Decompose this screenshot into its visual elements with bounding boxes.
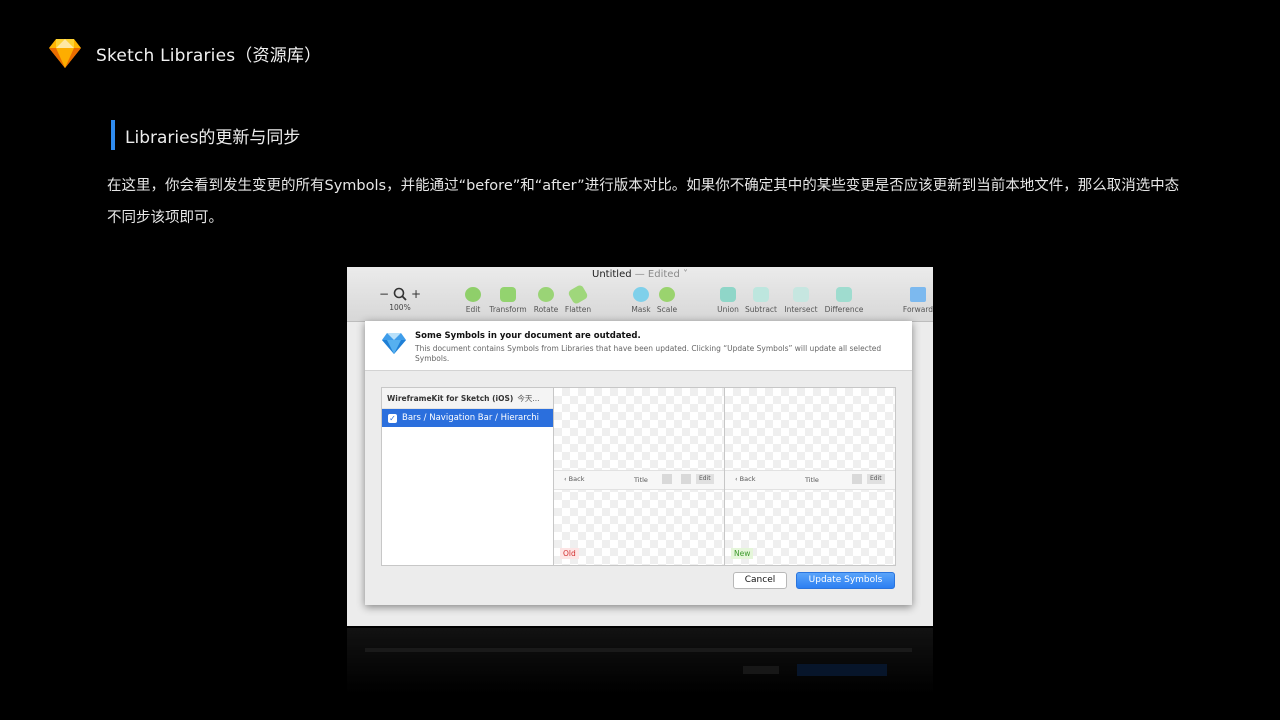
reflection-cancel-shape <box>743 666 779 674</box>
new-edit-label: Edit <box>867 474 885 484</box>
union-icon <box>720 287 736 302</box>
old-navbar-preview: ‹ Back Title Edit <box>554 470 724 490</box>
intersect-icon <box>793 287 809 302</box>
reflection-sheet-edge <box>365 648 912 652</box>
new-title-label: Title <box>805 476 819 484</box>
zoom-out-button[interactable]: − <box>379 287 389 301</box>
window-titlebar: Untitled — Edited ˅ − + 100% Edit Transf… <box>347 267 933 322</box>
library-date: 今天... <box>517 393 540 403</box>
symbol-checkbox[interactable]: ✓ <box>388 413 397 423</box>
old-back-label: ‹ Back <box>564 475 585 483</box>
old-nav-square <box>681 474 691 484</box>
old-nav-square <box>662 474 672 484</box>
old-tag: Old <box>560 548 579 559</box>
screenshot-reflection <box>347 628 933 708</box>
new-symbol-preview: ‹ Back Title Edit New <box>725 388 895 565</box>
section-title: Libraries的更新与同步 <box>125 127 301 148</box>
sketch-window-screenshot: Untitled — Edited ˅ − + 100% Edit Transf… <box>347 267 933 626</box>
toolbar-difference[interactable]: Difference <box>824 287 864 314</box>
symbols-compare-panel: WireframeKit for Sketch (iOS) 今天... ✓ Ba… <box>381 387 896 566</box>
toolbar-intersect[interactable]: Intersect <box>781 287 821 314</box>
sketch-logo-icon <box>49 39 81 68</box>
sketch-diamond-icon <box>382 333 406 354</box>
alert-message: This document contains Symbols from Libr… <box>415 344 882 363</box>
slide-header: Sketch Libraries（资源库） <box>48 36 321 70</box>
outdated-symbols-sheet: Some Symbols in your document are outdat… <box>365 321 912 605</box>
old-symbol-preview: ‹ Back Title Edit Old <box>554 388 725 565</box>
window-title: Untitled — Edited ˅ <box>347 269 933 280</box>
zoom-level: 100% <box>389 303 411 312</box>
reflection-update-shape <box>797 664 887 676</box>
library-header: WireframeKit for Sketch (iOS) 今天... <box>382 388 553 409</box>
alert-title: Some Symbols in your document are outdat… <box>415 331 641 341</box>
magnifier-icon <box>393 287 407 301</box>
zoom-control: − + 100% <box>377 287 423 312</box>
subtract-icon <box>753 287 769 302</box>
slide-title: Sketch Libraries（资源库） <box>96 45 322 66</box>
toolbar-forward[interactable]: Forward <box>898 287 933 314</box>
section-accent-bar <box>111 120 115 150</box>
library-name: WireframeKit for Sketch (iOS) <box>387 393 514 403</box>
toolbar-subtract[interactable]: Subtract <box>741 287 781 314</box>
scale-icon <box>659 287 675 302</box>
toolbar-flatten[interactable]: Flatten <box>558 284 598 314</box>
edited-indicator[interactable]: — Edited ˅ <box>632 269 688 280</box>
old-title-label: Title <box>634 476 648 484</box>
transform-icon <box>500 287 516 302</box>
forward-icon <box>910 287 926 302</box>
cancel-button[interactable]: Cancel <box>733 572 787 589</box>
description-paragraph: 在这里，你会看到发生变更的所有Symbols，并能通过“before”和“aft… <box>107 178 1180 226</box>
section-heading: Libraries的更新与同步 <box>111 120 300 150</box>
outdated-alert: Some Symbols in your document are outdat… <box>365 321 912 371</box>
toolbar-transform[interactable]: Transform <box>488 287 528 314</box>
new-nav-square <box>852 474 862 484</box>
toolbar-scale[interactable]: Scale <box>647 287 687 314</box>
toolbar-edit[interactable]: Edit <box>453 287 493 314</box>
flatten-icon <box>567 284 589 305</box>
difference-icon <box>836 287 852 302</box>
rotate-icon <box>538 287 554 302</box>
update-symbols-button[interactable]: Update Symbols <box>796 572 895 589</box>
new-navbar-preview: ‹ Back Title Edit <box>725 470 895 490</box>
symbol-name: Bars / Navigation Bar / Hierarchi <box>402 413 539 423</box>
old-edit-label: Edit <box>696 474 714 484</box>
new-tag: New <box>731 548 754 559</box>
edit-icon <box>465 287 481 302</box>
symbols-list: WireframeKit for Sketch (iOS) 今天... ✓ Ba… <box>382 388 554 565</box>
symbol-list-item[interactable]: ✓ Bars / Navigation Bar / Hierarchi <box>382 409 553 427</box>
document-name: Untitled <box>592 269 632 280</box>
zoom-in-button[interactable]: + <box>411 287 421 301</box>
new-back-label: ‹ Back <box>735 475 756 483</box>
